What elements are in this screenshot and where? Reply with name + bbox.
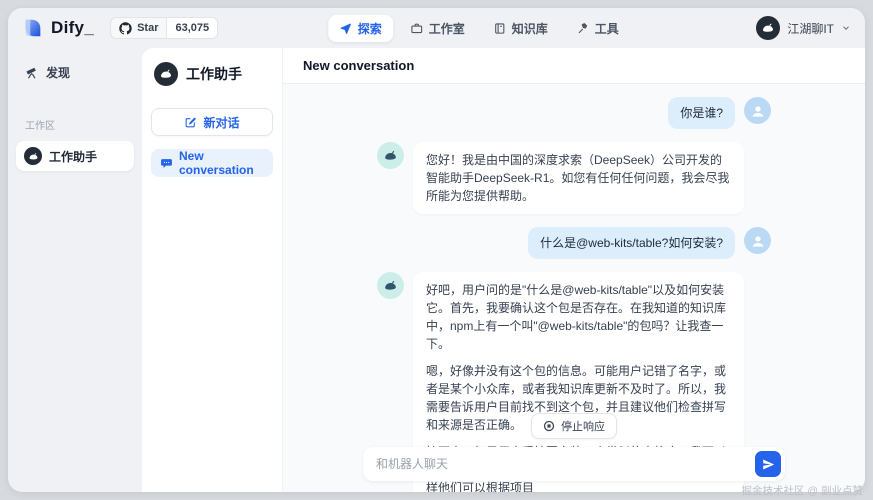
nav-tab-tools[interactable]: 工具 bbox=[565, 15, 630, 42]
conversation-list-item[interactable]: New conversation bbox=[151, 149, 273, 177]
watermark-text: 掘金技术社区 @ 副业点赞 bbox=[742, 483, 864, 498]
dify-logo[interactable]: Dify_ bbox=[22, 17, 94, 39]
conversation-panel: 工作助手 新对话 New conversation bbox=[142, 48, 282, 492]
tools-icon bbox=[576, 22, 589, 35]
send-button[interactable] bbox=[755, 451, 781, 477]
left-sidebar: 发现 工作区 工作助手 bbox=[8, 48, 142, 492]
explore-icon bbox=[339, 22, 352, 35]
top-header: Dify_ Star 63,075 探索 工作室 bbox=[8, 8, 865, 48]
bot-chat-avatar-whale-icon bbox=[377, 142, 404, 169]
user-chat-avatar bbox=[744, 97, 771, 124]
send-icon bbox=[762, 458, 775, 471]
nav-tab-label: 探索 bbox=[358, 20, 382, 37]
user-menu[interactable]: 江湖聊IT bbox=[756, 16, 851, 40]
nav-tab-label: 工作室 bbox=[429, 20, 465, 37]
stop-response-label: 停止响应 bbox=[561, 418, 605, 434]
chat-body: 你是谁? 您好！我是由中国的深度求索（DeepSeek）公司开发的智能助手Dee… bbox=[283, 84, 865, 492]
user-message-bubble: 你是谁? bbox=[668, 97, 735, 129]
studio-icon bbox=[410, 22, 423, 35]
app-avatar-whale-icon bbox=[154, 62, 178, 86]
bot-paragraph: 您好！我是由中国的深度求索（DeepSeek）公司开发的智能助手DeepSeek… bbox=[426, 151, 731, 205]
chat-input[interactable] bbox=[363, 447, 785, 481]
nav-tab-studio[interactable]: 工作室 bbox=[399, 15, 476, 42]
nav-tab-explore[interactable]: 探索 bbox=[328, 15, 393, 42]
user-chat-avatar bbox=[744, 227, 771, 254]
user-message-bubble: 什么是@web-kits/table?如何安装? bbox=[528, 227, 735, 259]
new-chat-label: 新对话 bbox=[203, 114, 239, 131]
app-window: Dify_ Star 63,075 探索 工作室 bbox=[8, 8, 865, 492]
chat-input-bar bbox=[363, 447, 785, 481]
chat-title: New conversation bbox=[303, 58, 414, 73]
chat-bubble-icon bbox=[160, 157, 173, 170]
github-star-widget[interactable]: Star 63,075 bbox=[110, 17, 218, 39]
sidebar-item-label: 发现 bbox=[46, 64, 70, 81]
knowledge-icon bbox=[493, 22, 506, 35]
logo-text: Dify_ bbox=[51, 18, 94, 38]
conversation-panel-header: 工作助手 bbox=[151, 60, 273, 88]
user-message-row: 什么是@web-kits/table?如何安装? bbox=[377, 227, 771, 259]
bot-message-row: 您好！我是由中国的深度求索（DeepSeek）公司开发的智能助手DeepSeek… bbox=[377, 142, 771, 214]
chevron-down-icon bbox=[841, 23, 851, 33]
sidebar-item-work-assistant[interactable]: 工作助手 bbox=[16, 141, 134, 171]
conversation-name: New conversation bbox=[179, 149, 264, 177]
user-avatar bbox=[756, 16, 780, 40]
bot-message-bubble: 您好！我是由中国的深度求索（DeepSeek）公司开发的智能助手DeepSeek… bbox=[413, 142, 744, 214]
nav-tab-knowledge[interactable]: 知识库 bbox=[482, 15, 559, 42]
app-title: 工作助手 bbox=[186, 64, 242, 84]
nav-tab-label: 工具 bbox=[595, 20, 619, 37]
app-avatar-whale-icon bbox=[24, 147, 42, 165]
stop-icon bbox=[543, 420, 555, 432]
nav-tab-label: 知识库 bbox=[512, 20, 548, 37]
dify-logo-icon bbox=[22, 17, 44, 39]
user-message-row: 你是谁? bbox=[377, 97, 771, 129]
chat-panel: New conversation 你是谁? 您好！我是由中国的深度求索（Deep… bbox=[283, 48, 865, 492]
star-count: 63,075 bbox=[166, 18, 217, 38]
new-chat-button[interactable]: 新对话 bbox=[151, 108, 273, 136]
edit-icon bbox=[184, 116, 197, 129]
bot-paragraph: 好吧，用户问的是"什么是@web-kits/table"以及如何安装它。首先，我… bbox=[426, 281, 731, 353]
workspace-section-label: 工作区 bbox=[25, 117, 134, 132]
bot-chat-avatar-whale-icon bbox=[377, 272, 404, 299]
sidebar-app-label: 工作助手 bbox=[49, 148, 97, 165]
user-name: 江湖聊IT bbox=[787, 20, 834, 37]
sidebar-item-discover[interactable]: 发现 bbox=[16, 58, 134, 87]
chat-header: New conversation bbox=[283, 48, 865, 84]
star-label: Star bbox=[137, 22, 158, 34]
main-nav: 探索 工作室 知识库 工具 bbox=[328, 8, 630, 48]
stop-response-button[interactable]: 停止响应 bbox=[531, 413, 617, 439]
github-icon bbox=[119, 22, 132, 35]
discover-icon bbox=[25, 66, 39, 80]
